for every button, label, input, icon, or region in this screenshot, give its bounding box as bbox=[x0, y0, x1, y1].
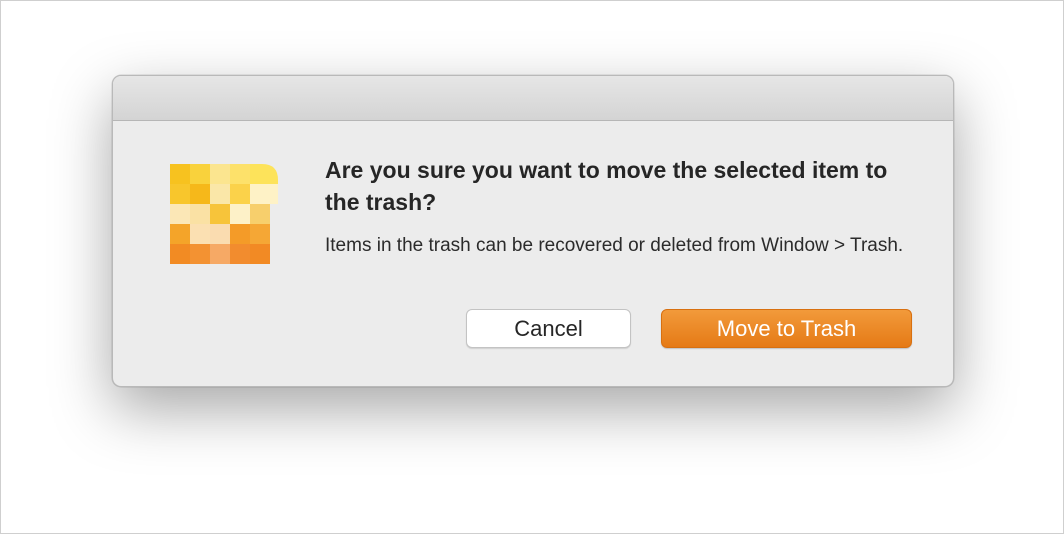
cancel-button[interactable]: Cancel bbox=[466, 309, 631, 348]
app-icon bbox=[170, 164, 278, 264]
dialog-titlebar[interactable] bbox=[113, 76, 953, 121]
dialog-headline: Are you sure you want to move the select… bbox=[325, 157, 888, 215]
dialog-message: Items in the trash can be recovered or d… bbox=[325, 235, 904, 256]
confirmation-dialog: Are you sure you want to move the select… bbox=[112, 75, 954, 387]
move-to-trash-button[interactable]: Move to Trash bbox=[661, 309, 912, 348]
